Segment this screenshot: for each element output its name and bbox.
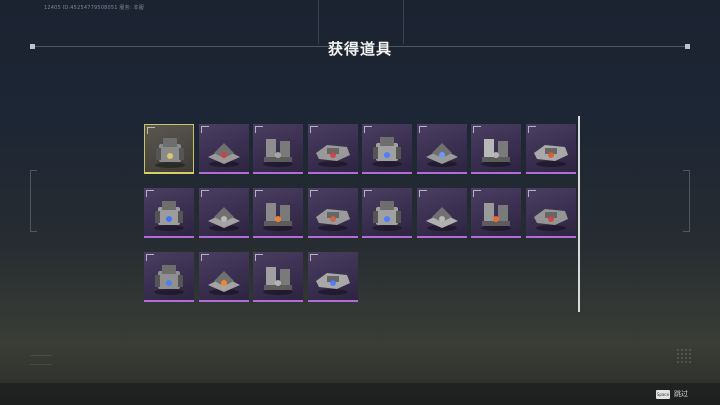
item-slot[interactable] — [471, 188, 521, 238]
right-bracket — [683, 170, 690, 232]
dome-turret-icon — [315, 209, 350, 231]
spiked-bar-icon — [315, 145, 350, 167]
ridge-block-icon — [425, 207, 458, 231]
item-slot[interactable] — [144, 188, 194, 238]
red-turret-icon — [207, 143, 240, 167]
left-bracket — [30, 170, 37, 232]
bottom-bar — [0, 383, 720, 405]
faint-right-deco — [676, 348, 692, 364]
skip-button[interactable]: 跳过 — [674, 389, 688, 399]
item-slot[interactable] — [307, 252, 358, 302]
item-slot[interactable] — [471, 124, 521, 174]
item-slot[interactable] — [144, 252, 194, 302]
item-slot[interactable] — [198, 252, 249, 302]
orange-mech-icon — [263, 203, 293, 231]
page-title: 获得道具 — [327, 40, 392, 58]
mech-unit-icon — [155, 138, 185, 168]
item-slot[interactable] — [198, 124, 249, 174]
steel-plate-icon — [481, 139, 511, 167]
item-slot[interactable] — [525, 124, 576, 174]
item-slot[interactable] — [198, 188, 249, 238]
item-slot[interactable] — [253, 188, 303, 238]
item-slot[interactable] — [253, 124, 303, 174]
blue-tower-icon — [372, 137, 402, 167]
gray-jet-icon — [207, 207, 240, 231]
grid-scrollbar[interactable] — [578, 116, 580, 312]
red-plate-icon — [533, 145, 568, 167]
item-slot[interactable] — [525, 188, 576, 238]
twin-missile-icon — [481, 203, 511, 231]
satellite-gun-icon — [263, 267, 293, 295]
hover-tank-icon — [425, 143, 458, 167]
item-slot[interactable] — [416, 124, 467, 174]
blue-pad-icon — [372, 201, 402, 231]
thruster-frame-icon — [315, 273, 350, 295]
item-slot[interactable] — [144, 124, 194, 174]
walker-mech-icon — [154, 265, 184, 295]
twin-cannon-icon — [263, 139, 293, 167]
faint-left-deco — [30, 355, 52, 365]
skip-key-icon[interactable]: Space — [656, 390, 670, 399]
item-slot[interactable] — [253, 252, 303, 302]
item-slot[interactable] — [307, 124, 358, 174]
blue-jet-icon — [154, 201, 184, 231]
item-slot[interactable] — [307, 188, 358, 238]
item-slot[interactable] — [362, 188, 412, 238]
uid-label: 12405 ID:45254779508051 服务: 本服 — [44, 5, 144, 11]
item-grid — [144, 124, 584, 302]
item-slot[interactable] — [362, 124, 412, 174]
pillar-tower-icon — [533, 209, 568, 231]
booster-tower-icon — [207, 271, 240, 295]
item-slot[interactable] — [416, 188, 467, 238]
